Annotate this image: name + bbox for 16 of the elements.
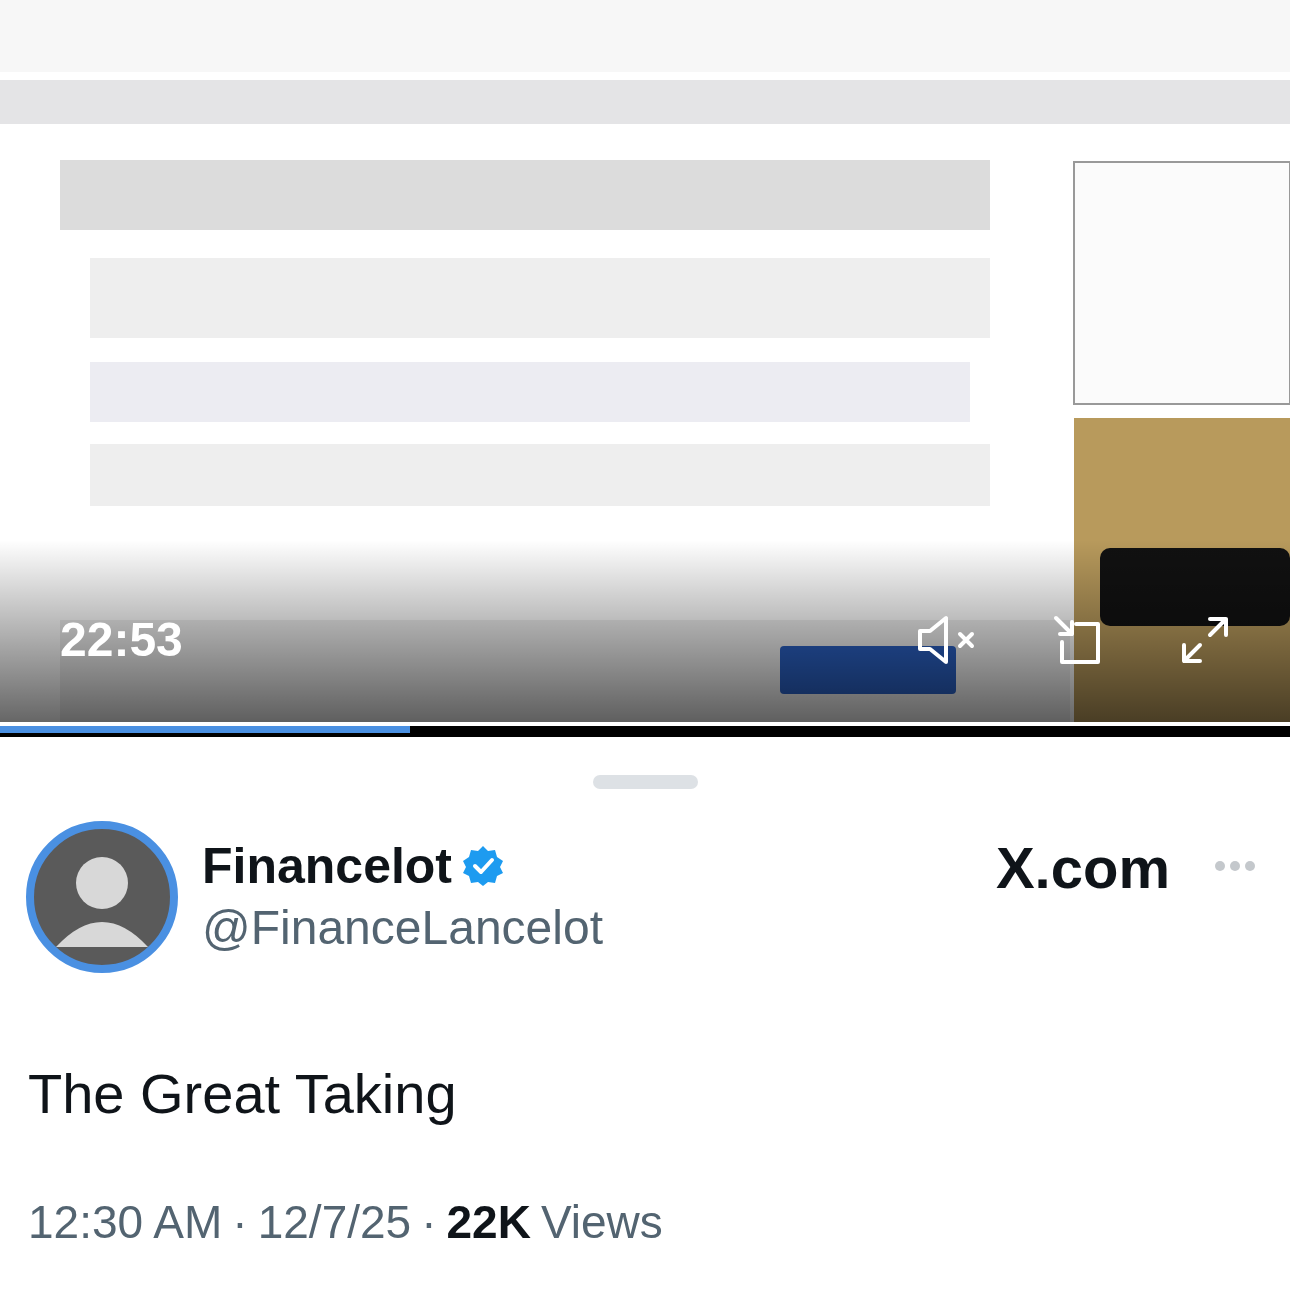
views-label: Views <box>540 1195 663 1249</box>
post-date[interactable]: 12/7/25 <box>257 1195 412 1249</box>
view-count: 22K <box>446 1195 531 1249</box>
sheet-handle[interactable] <box>592 775 698 789</box>
source-label: X.com <box>995 833 1170 901</box>
video-timestamp: 22:53 <box>60 612 183 667</box>
avatar[interactable] <box>26 821 178 973</box>
separator: · <box>421 1195 437 1249</box>
author-name[interactable]: Financelot <box>202 835 453 897</box>
progress-bar[interactable] <box>0 726 1290 737</box>
muted-speaker-icon[interactable] <box>916 613 976 666</box>
post-time[interactable]: 12:30 AM <box>28 1195 223 1249</box>
fullscreen-icon[interactable] <box>1180 614 1230 665</box>
author-handle[interactable]: @FinanceLancelot <box>202 897 996 959</box>
post-text: The Great Taking <box>28 1061 458 1127</box>
separator: · <box>232 1195 248 1249</box>
